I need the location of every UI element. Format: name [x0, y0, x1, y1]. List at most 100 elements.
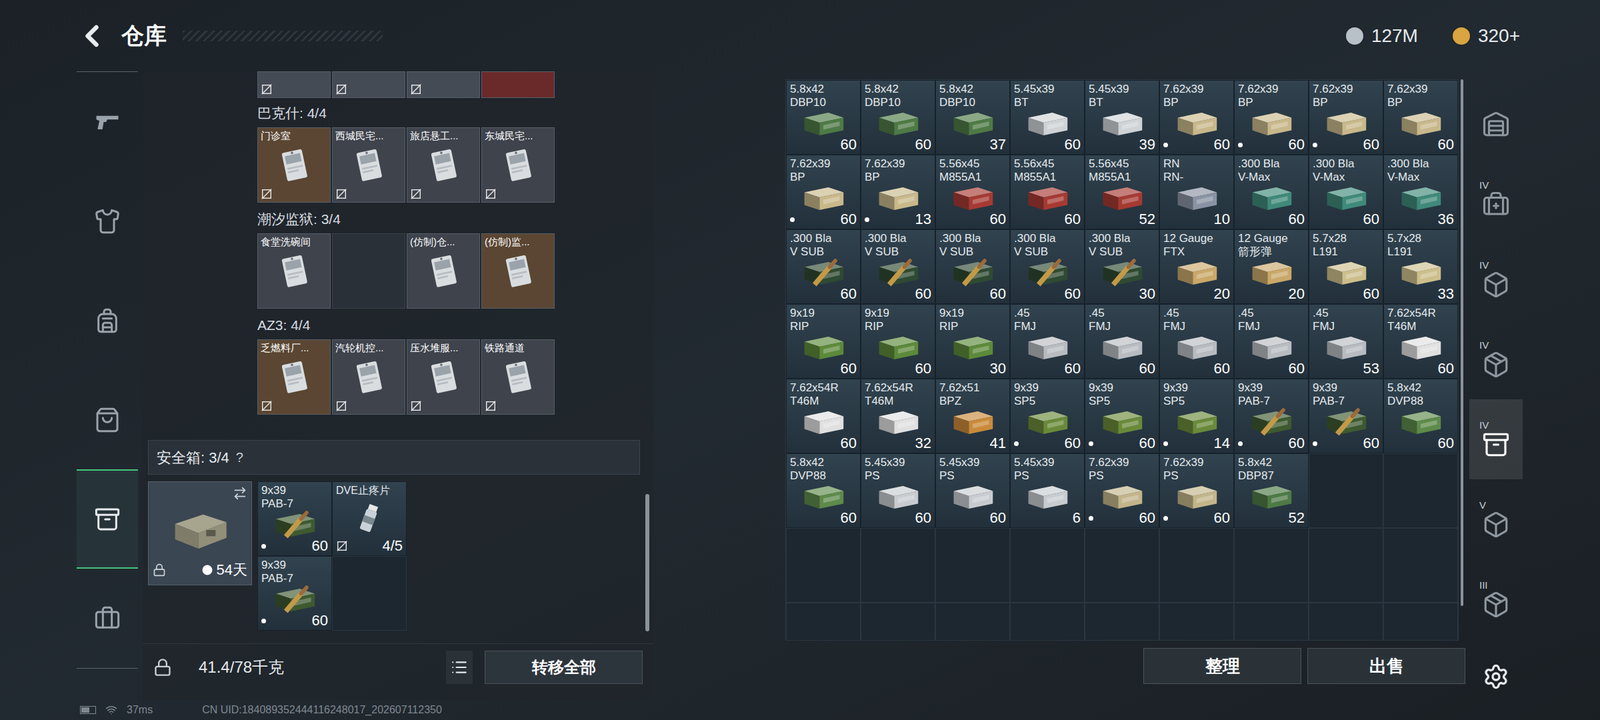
sidebar-item[interactable] [76, 171, 138, 271]
ammo-item[interactable]: 12 GaugeFTX20 [1159, 229, 1234, 304]
swap-icon[interactable] [232, 486, 248, 501]
ammo-item[interactable]: 5.45x39BT39 [1084, 80, 1160, 155]
ammo-item[interactable]: .45FMJ60 [1234, 304, 1309, 379]
ammo-item[interactable]: .300 BlaV SUB60 [786, 229, 861, 304]
ammo-item[interactable]: 7.62x54RT46M32 [860, 378, 936, 454]
ammo-item[interactable]: 5.8x42DBP1060 [786, 80, 861, 155]
empty-slot[interactable] [1308, 453, 1384, 528]
ammo-item[interactable]: 5.7x28L19160 [1308, 229, 1384, 304]
sidebar-item[interactable] [76, 568, 138, 668]
ammo-item[interactable]: 5.8x42DBP1037 [935, 80, 1010, 155]
ammo-item[interactable]: 7.62x54RT46M60 [786, 378, 861, 454]
stash-tab[interactable]: III [1469, 559, 1523, 640]
settings-icon[interactable] [1482, 663, 1510, 690]
key-card[interactable] [332, 71, 406, 98]
ammo-item[interactable]: .45FMJ60 [1159, 304, 1234, 379]
ammo-item[interactable]: .300 BlaV-Max60 [1308, 154, 1384, 230]
ammo-item[interactable]: RNRN-10 [1159, 154, 1234, 230]
key-card[interactable]: 压水堆服... [406, 339, 480, 415]
empty-slot[interactable] [786, 602, 861, 641]
stash-button[interactable]: 整理 [1143, 648, 1302, 684]
ammo-item[interactable]: 7.62x51BPZ41 [935, 378, 1010, 454]
empty-slot[interactable] [1084, 602, 1160, 641]
ammo-item[interactable]: 5.45x39BT60 [1010, 80, 1085, 155]
empty-slot[interactable] [1383, 453, 1458, 528]
stash-tab[interactable]: IV [1469, 159, 1523, 240]
key-card[interactable]: 东城民宅... [481, 127, 555, 203]
key-card[interactable]: 铁路通道 [481, 339, 555, 415]
sidebar-item[interactable] [76, 469, 138, 569]
ammo-item[interactable]: 7.62x39PS60 [1159, 453, 1234, 528]
ammo-item[interactable]: 9x19RIP60 [860, 304, 936, 379]
ammo-item[interactable]: 5.45x39PS60 [935, 453, 1010, 528]
key-card[interactable]: 门诊室 [257, 127, 331, 203]
transfer-all-button[interactable]: 转移全部 [484, 650, 643, 684]
ammo-item[interactable]: .300 BlaV SUB60 [1010, 229, 1085, 304]
key-card[interactable] [406, 71, 480, 98]
ammo-item[interactable]: .300 BlaV SUB30 [1084, 229, 1160, 304]
key-card[interactable] [481, 71, 555, 98]
ammo-item[interactable]: .300 BlaV SUB60 [860, 229, 936, 304]
ammo-item[interactable]: 9x39PAB-760 [257, 556, 332, 631]
empty-slot[interactable] [332, 556, 407, 631]
ammo-item[interactable]: .300 BlaV SUB60 [935, 229, 1010, 304]
empty-slot[interactable] [935, 528, 1010, 603]
ammo-item[interactable]: 7.62x39BP60 [786, 154, 861, 230]
empty-slot[interactable] [1383, 602, 1458, 641]
empty-slot[interactable] [1010, 528, 1085, 603]
empty-slot[interactable] [1010, 602, 1085, 641]
ammo-item[interactable]: 7.62x39BP60 [1383, 80, 1458, 155]
ammo-item[interactable]: 9x19RIP30 [935, 304, 1010, 379]
empty-key-slot[interactable] [332, 233, 406, 309]
list-button[interactable] [446, 650, 473, 684]
ammo-item[interactable]: 7.62x39BP13 [860, 154, 936, 230]
sidebar-item[interactable] [76, 370, 138, 470]
ammo-item[interactable]: 9x39PAB-760 [257, 481, 332, 556]
ammo-item[interactable]: 5.56x45M855A160 [1010, 154, 1085, 230]
key-card[interactable]: 食堂洗碗间 [257, 233, 331, 309]
ammo-item[interactable]: 9x19RIP60 [786, 304, 861, 379]
stash-tab[interactable]: IV [1469, 239, 1523, 320]
med-item[interactable]: DVE止疼片4/5 [332, 481, 407, 556]
empty-slot[interactable] [860, 528, 936, 603]
ammo-item[interactable]: 7.62x54RT46M60 [1383, 304, 1458, 379]
ammo-item[interactable]: 5.8x42DVP8860 [1383, 378, 1458, 454]
ammo-item[interactable]: 9x39PAB-760 [1234, 378, 1309, 454]
ammo-item[interactable]: 5.8x42DBP8752 [1234, 453, 1309, 528]
ammo-item[interactable]: 9x39SP514 [1159, 378, 1234, 454]
empty-slot[interactable] [860, 602, 936, 641]
stash-tab[interactable] [1469, 79, 1523, 160]
sidebar-item[interactable] [76, 72, 138, 172]
empty-slot[interactable] [1084, 528, 1160, 603]
empty-slot[interactable] [786, 528, 861, 603]
ammo-item[interactable]: 5.56x45M855A160 [935, 154, 1010, 230]
ammo-item[interactable]: .45FMJ53 [1308, 304, 1384, 379]
ammo-item[interactable]: .45FMJ60 [1084, 304, 1160, 379]
stash-scrollbar[interactable] [1458, 79, 1466, 641]
key-card[interactable] [257, 71, 331, 98]
ammo-item[interactable]: .45FMJ60 [1010, 304, 1085, 379]
ammo-item[interactable]: 12 Gauge箭形弹20 [1234, 229, 1309, 304]
scrollbar[interactable] [645, 71, 650, 644]
ammo-item[interactable]: 9x39PAB-760 [1308, 378, 1384, 454]
stash-tab[interactable]: IV [1469, 399, 1523, 480]
key-card[interactable]: 西城民宅... [332, 127, 406, 203]
stash-tab[interactable]: IV [1469, 319, 1523, 400]
empty-slot[interactable] [1234, 602, 1309, 641]
key-card[interactable]: 乏燃料厂... [257, 339, 331, 415]
empty-slot[interactable] [1234, 528, 1309, 603]
help-button[interactable]: ? [236, 447, 244, 468]
ammo-item[interactable]: 5.45x39PS60 [860, 453, 936, 528]
stash-button[interactable]: 出售 [1307, 648, 1466, 684]
empty-slot[interactable] [935, 602, 1010, 641]
empty-slot[interactable] [1308, 528, 1384, 603]
ammo-item[interactable]: .300 BlaV-Max60 [1234, 154, 1309, 230]
ammo-item[interactable]: 9x39SP560 [1010, 378, 1085, 454]
key-card[interactable]: (仿制)仓... [406, 233, 480, 309]
ammo-item[interactable]: 5.8x42DVP8860 [786, 453, 861, 528]
empty-slot[interactable] [1159, 602, 1234, 641]
empty-slot[interactable] [1159, 528, 1234, 603]
key-card[interactable]: 汽轮机控... [332, 339, 406, 415]
ammo-item[interactable]: 5.45x39PS6 [1010, 453, 1085, 528]
back-icon[interactable] [74, 18, 110, 54]
